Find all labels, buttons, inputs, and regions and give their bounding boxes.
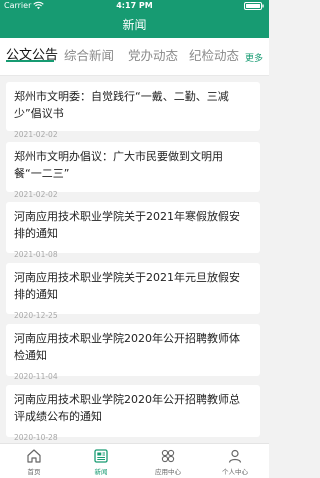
tab-discipline-inspection[interactable]: 纪检动态 (189, 48, 239, 64)
app-center-icon (161, 449, 175, 463)
article-card[interactable]: 河南应用技术职业学院2020年公开招聘教师体检通知 2020-11-04 (6, 324, 260, 381)
article-title: 郑州市文明办倡议：广大市民要做到文明用餐“一二三” (14, 150, 223, 180)
active-tab-indicator (6, 60, 54, 62)
article-card[interactable]: 郑州市文明委：自觉践行“一戴、二勤、三减少”倡议书 2021-02-02 (6, 82, 260, 139)
tabbar-home[interactable]: 首页 (4, 448, 64, 476)
article-card[interactable]: 河南应用技术职业学院关于2021年寒假放假安排的通知 2021-01-08 (6, 202, 260, 259)
article-title: 郑州市文明委：自觉践行“一戴、二勤、三减少”倡议书 (14, 90, 229, 120)
article-card[interactable]: 郑州市文明办倡议：广大市民要做到文明用餐“一二三” 2021-02-02 (6, 142, 260, 199)
article-title: 河南应用技术职业学院2020年公开招聘教师总评成绩公布的通知 (14, 393, 240, 423)
news-icon (94, 449, 108, 463)
category-tabs: 公文公告 综合新闻 党办动态 纪检动态 更多 (0, 38, 269, 76)
status-bar: Carrier 4:17 PM (0, 0, 269, 12)
status-time: 4:17 PM (116, 1, 153, 10)
article-date: 2021-02-02 (14, 130, 58, 139)
tabbar-app-center[interactable]: 应用中心 (138, 448, 198, 476)
article-date: 2020-10-28 (14, 433, 58, 442)
page-title: 新闻 (122, 18, 147, 32)
more-link[interactable]: 更多 (245, 51, 263, 64)
battery-icon (244, 2, 264, 10)
tabbar-label: 新闻 (94, 468, 108, 476)
article-card[interactable]: 河南应用技术职业学院关于2021年元旦放假安排的通知 2020-12-25 (6, 263, 260, 320)
tab-party-office[interactable]: 党办动态 (128, 48, 178, 64)
tabbar-news[interactable]: 新闻 (71, 448, 131, 476)
profile-icon (228, 449, 242, 463)
tabbar-profile[interactable]: 个人中心 (205, 448, 265, 476)
home-icon (27, 449, 41, 463)
article-title: 河南应用技术职业学院2020年公开招聘教师体检通知 (14, 332, 240, 362)
article-date: 2021-01-08 (14, 250, 58, 259)
tabbar-label: 个人中心 (222, 468, 248, 476)
tabbar-label: 首页 (27, 468, 41, 476)
article-title: 河南应用技术职业学院关于2021年寒假放假安排的通知 (14, 210, 240, 240)
article-date: 2020-11-04 (14, 372, 58, 381)
app-header: Carrier 4:17 PM 新闻 (0, 0, 269, 38)
article-card[interactable]: 河南应用技术职业学院2020年公开招聘教师总评成绩公布的通知 2020-10-2… (6, 385, 260, 442)
article-title: 河南应用技术职业学院关于2021年元旦放假安排的通知 (14, 271, 240, 301)
tabbar-label: 应用中心 (155, 468, 181, 476)
article-date: 2020-12-25 (14, 311, 58, 320)
tab-general-news[interactable]: 综合新闻 (64, 48, 114, 64)
article-date: 2021-02-02 (14, 190, 58, 199)
bottom-tab-bar: 首页 新闻 应用中心 个人中心 (0, 443, 269, 478)
